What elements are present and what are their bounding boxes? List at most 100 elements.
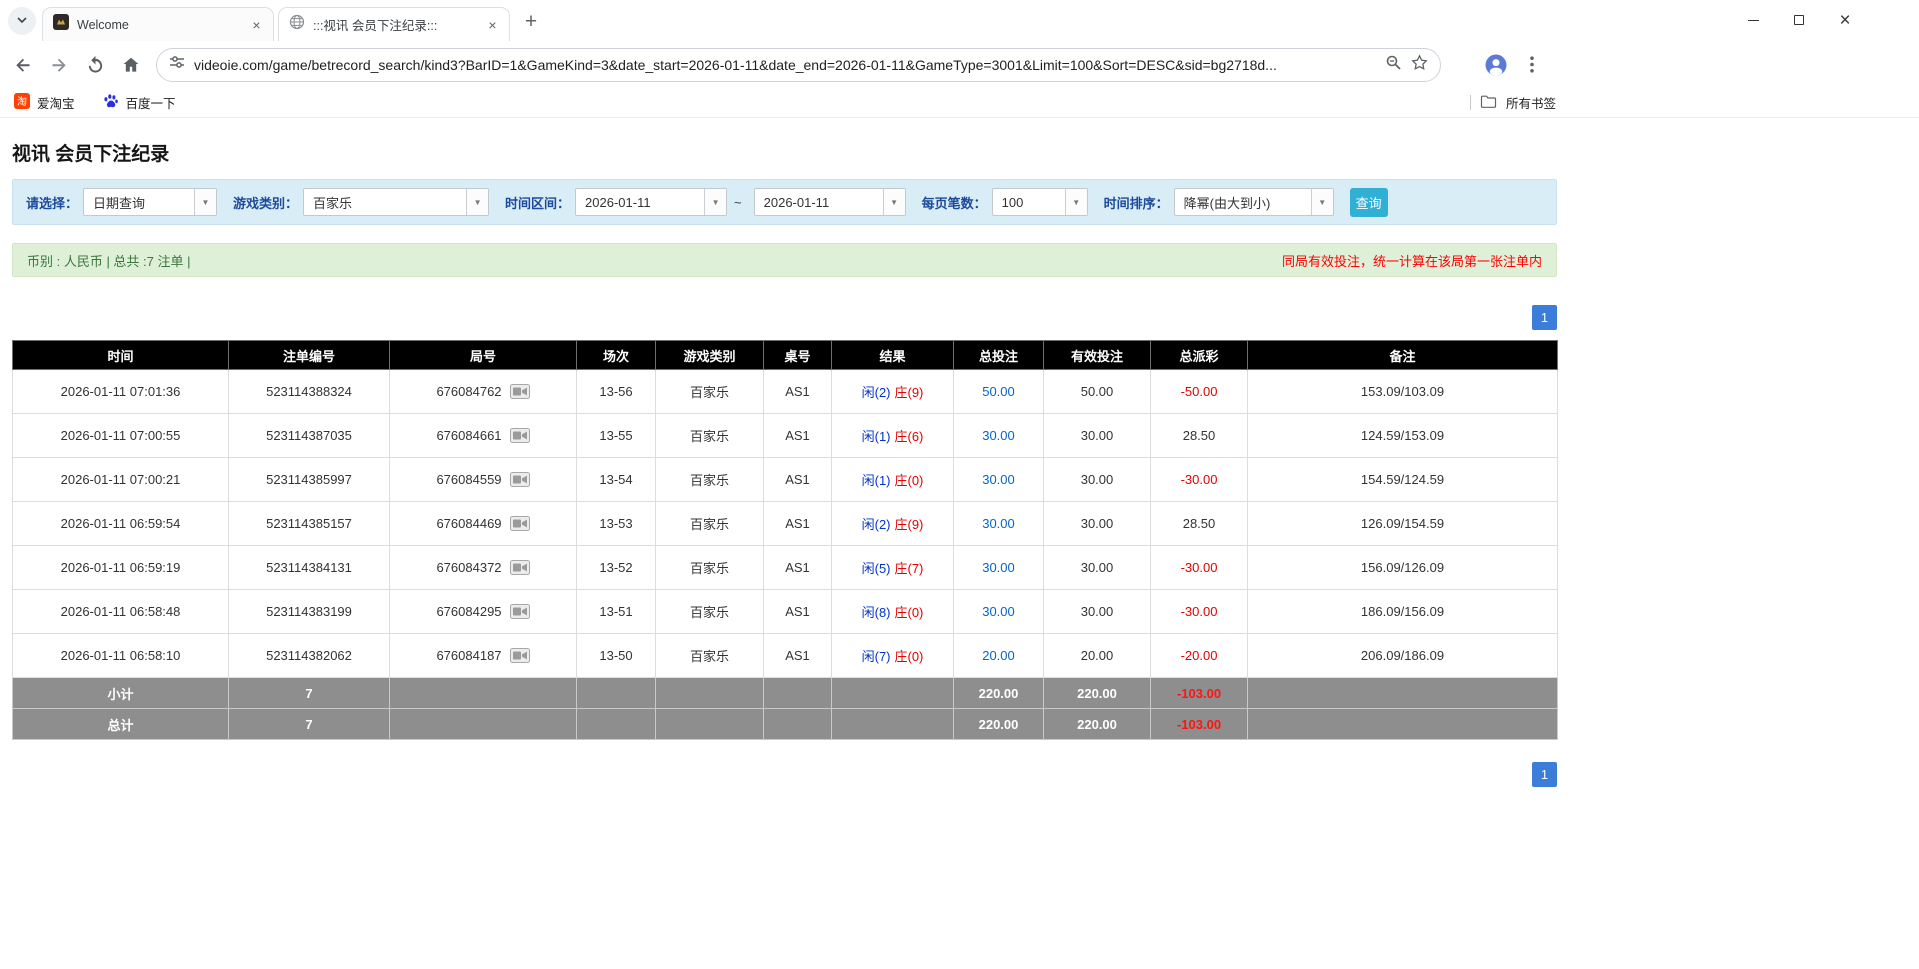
all-bookmarks-button[interactable]: 所有书签 [1469, 93, 1556, 112]
cell-valid-bet: 20.00 [1043, 633, 1151, 678]
pagination-top: 1 [12, 305, 1557, 330]
bet-records-table: 时间 注单编号 局号 场次 游戏类别 桌号 结果 总投注 有效投注 总派彩 备注… [12, 340, 1558, 740]
result-player: 闲(1) [861, 473, 891, 488]
cell-total-bet: 30.00 [953, 545, 1044, 590]
avatar [1485, 54, 1507, 76]
date-start-select[interactable]: 2026-01-11 ▼ [575, 188, 728, 216]
bookmark-star-icon[interactable] [1411, 53, 1428, 76]
video-replay-button[interactable] [509, 648, 530, 663]
page-1-button[interactable]: 1 [1532, 305, 1557, 330]
page-size-select[interactable]: 100 ▼ [991, 188, 1088, 216]
cell-time: 2026-01-11 06:59:54 [12, 501, 229, 546]
total-bet-link[interactable]: 30.00 [982, 560, 1015, 575]
bookmark-baidu[interactable]: 百度一下 [103, 93, 176, 112]
table-row: 2026-01-11 06:59:19 523114384131 676084372… [12, 545, 1558, 590]
cell-payout: -30.00 [1150, 545, 1248, 590]
result-banker: 庄(9) [894, 385, 924, 400]
cell-total-bet: 30.00 [953, 589, 1044, 634]
search-button[interactable]: 查询 [1349, 187, 1388, 217]
browser-tab-betrecord[interactable]: :::视讯 会员下注纪录::: × [278, 7, 510, 41]
cell-table: AS1 [763, 369, 832, 414]
mode-label: 请选择： [26, 195, 79, 211]
info-bar: 币别 : 人民币 | 总共 :7 注单 | 同局有效投注，统一计算在该局第一张注… [12, 243, 1557, 277]
minimize-button[interactable] [1738, 5, 1768, 35]
total-bet-link[interactable]: 30.00 [982, 516, 1015, 531]
game-type-select[interactable]: 百家乐 ▼ [303, 188, 490, 216]
menu-button[interactable] [1515, 48, 1549, 82]
video-replay-button[interactable] [509, 560, 530, 575]
page-content: 视讯 会员下注纪录 请选择： 日期查询 ▼ 游戏类别： 百家乐 ▼ 时间区间： … [0, 118, 1919, 787]
table-row: 2026-01-11 06:58:48 523114383199 676084295… [12, 589, 1558, 634]
table-row: 2026-01-11 07:00:21 523114385997 676084559… [12, 457, 1558, 502]
cell-table: AS1 [763, 457, 832, 502]
tab-close-icon[interactable]: × [484, 16, 501, 33]
tab-search-button[interactable] [8, 7, 36, 35]
all-bookmarks-label: 所有书签 [1505, 97, 1556, 111]
site-settings-icon[interactable] [169, 54, 185, 75]
home-button[interactable] [114, 48, 148, 82]
cell-table: AS1 [763, 589, 832, 634]
forward-button[interactable] [42, 48, 76, 82]
cell-valid-bet: 30.00 [1043, 501, 1151, 546]
col-total-bet: 总投注 [953, 340, 1044, 370]
video-replay-button[interactable] [509, 428, 530, 443]
cell-session: 13-50 [576, 633, 656, 678]
col-valid-bet: 有效投注 [1043, 340, 1151, 370]
url-text: videoie.com/game/betrecord_search/kind3?… [194, 56, 1277, 73]
video-icon [509, 472, 530, 487]
page-1-button[interactable]: 1 [1532, 762, 1557, 787]
cell-round: 676084469 [389, 501, 577, 546]
chevron-down-icon: ▼ [882, 189, 905, 215]
video-replay-button[interactable] [509, 516, 530, 531]
cell-game: 百家乐 [655, 545, 764, 590]
cell-table: AS1 [763, 501, 832, 546]
close-button[interactable]: × [1830, 5, 1860, 35]
welcome-favicon [53, 14, 69, 35]
total-bet-link[interactable]: 30.00 [982, 428, 1015, 443]
profile-button[interactable] [1479, 48, 1513, 82]
cell-result: 闲(5) 庄(7) [831, 545, 954, 590]
result-player: 闲(2) [861, 385, 891, 400]
cell-result: 闲(1) 庄(0) [831, 457, 954, 502]
maximize-button[interactable] [1784, 5, 1814, 35]
address-bar[interactable]: videoie.com/game/betrecord_search/kind3?… [156, 47, 1441, 82]
forward-icon [52, 58, 66, 72]
currency-summary: 币别 : 人民币 | 总共 :7 注单 | [27, 253, 191, 269]
reload-icon [88, 55, 102, 73]
cell-result: 闲(7) 庄(0) [831, 633, 954, 678]
reload-button[interactable] [78, 48, 112, 82]
grand-total-count: 7 [228, 708, 390, 740]
separator [1469, 95, 1471, 110]
cell-game: 百家乐 [655, 413, 764, 458]
cell-payout: -30.00 [1150, 457, 1248, 502]
cell-result: 闲(2) 庄(9) [831, 501, 954, 546]
sort-select[interactable]: 降幂(由大到小) ▼ [1173, 188, 1334, 216]
cell-valid-bet: 30.00 [1043, 413, 1151, 458]
baidu-paw-icon [103, 93, 119, 112]
cell-time: 2026-01-11 07:01:36 [12, 369, 229, 414]
total-bet-link[interactable]: 50.00 [982, 384, 1015, 399]
grand-total-valid-bet: 220.00 [1043, 708, 1151, 740]
video-replay-button[interactable] [509, 384, 530, 399]
date-end-select[interactable]: 2026-01-11 ▼ [753, 188, 906, 216]
tab-close-icon[interactable]: × [248, 16, 265, 33]
video-icon [509, 428, 530, 443]
chevron-down-icon [16, 14, 28, 29]
back-button[interactable] [6, 48, 40, 82]
browser-window: Welcome × :::视讯 会员下注纪录::: × + × videoie.… [0, 0, 1919, 969]
result-banker: 庄(0) [894, 473, 924, 488]
bookmark-aitaobao[interactable]: 淘 爱淘宝 [14, 93, 75, 112]
kebab-menu-icon [1530, 56, 1534, 73]
mode-select[interactable]: 日期查询 ▼ [83, 188, 218, 216]
bookmarks-bar: 淘 爱淘宝 百度一下 所有书签 [0, 88, 1919, 118]
total-bet-link[interactable]: 30.00 [982, 472, 1015, 487]
video-replay-button[interactable] [509, 472, 530, 487]
total-bet-link[interactable]: 20.00 [982, 648, 1015, 663]
total-bet-link[interactable]: 30.00 [982, 604, 1015, 619]
new-tab-button[interactable]: + [516, 7, 546, 37]
browser-tab-welcome[interactable]: Welcome × [42, 7, 274, 41]
grand-total-payout: -103.00 [1150, 708, 1248, 740]
bookmark-label: 爱淘宝 [37, 97, 75, 111]
video-replay-button[interactable] [509, 604, 530, 619]
zoom-icon[interactable] [1385, 54, 1402, 76]
